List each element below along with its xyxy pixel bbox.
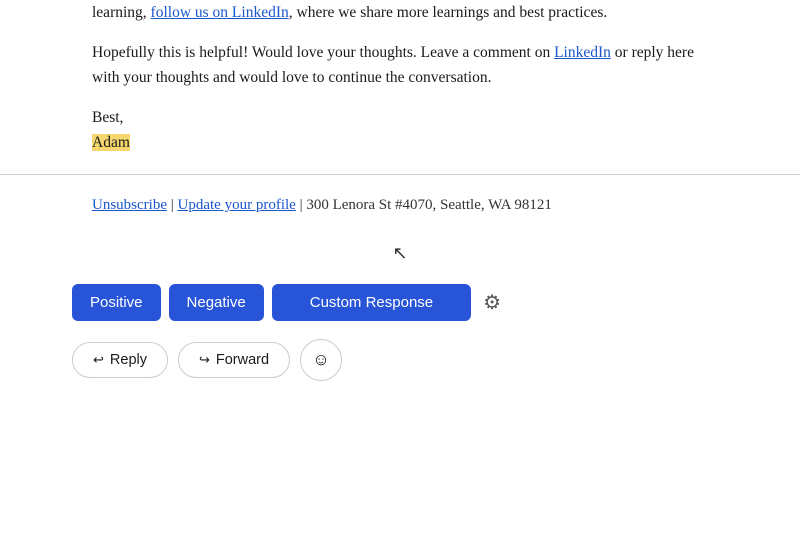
footer-links: Unsubscribe | Update your profile | 300 … [92, 193, 708, 217]
reply-label: Reply [110, 352, 147, 368]
forward-label: Forward [216, 352, 269, 368]
sign-off: Best, Adam [92, 105, 708, 156]
linkedin-link-top[interactable]: follow us on LinkedIn [151, 4, 289, 21]
unsubscribe-link[interactable]: Unsubscribe [92, 197, 167, 213]
positive-button[interactable]: Positive [72, 284, 161, 321]
emoji-icon: ☺ [312, 350, 329, 370]
reply-forward-area: ↩ Reply ↪ Forward ☺ [0, 339, 800, 381]
author-name: Adam [92, 134, 130, 151]
middle-paragraph: Hopefully this is helpful! Would love yo… [92, 40, 708, 91]
linkedin-link-middle[interactable]: LinkedIn [554, 44, 611, 61]
forward-button[interactable]: ↪ Forward [178, 342, 290, 378]
custom-response-button[interactable]: Custom Response [272, 284, 471, 321]
top-paragraph: learning, follow us on LinkedIn, where w… [92, 0, 708, 26]
reply-button[interactable]: ↩ Reply [72, 342, 168, 378]
cursor-area: ↖ [0, 231, 800, 284]
negative-button[interactable]: Negative [169, 284, 264, 321]
address-text: | 300 Lenora St #4070, Seattle, WA 98121 [300, 197, 552, 213]
settings-button[interactable]: ⚙ [479, 286, 505, 319]
emoji-button[interactable]: ☺ [300, 339, 342, 381]
email-divider [0, 174, 800, 175]
footer-section: Unsubscribe | Update your profile | 300 … [0, 193, 800, 217]
update-profile-link[interactable]: Update your profile [178, 197, 296, 213]
reply-arrow-icon: ↩ [93, 352, 104, 368]
gear-icon: ⚙ [483, 292, 501, 314]
pipe-separator: | [171, 197, 178, 213]
forward-arrow-icon: ↪ [199, 352, 210, 368]
sign-off-text: Best, [92, 109, 123, 126]
mouse-cursor: ↖ [392, 243, 407, 263]
action-buttons-area: Positive Negative Custom Response ⚙ [0, 284, 800, 321]
